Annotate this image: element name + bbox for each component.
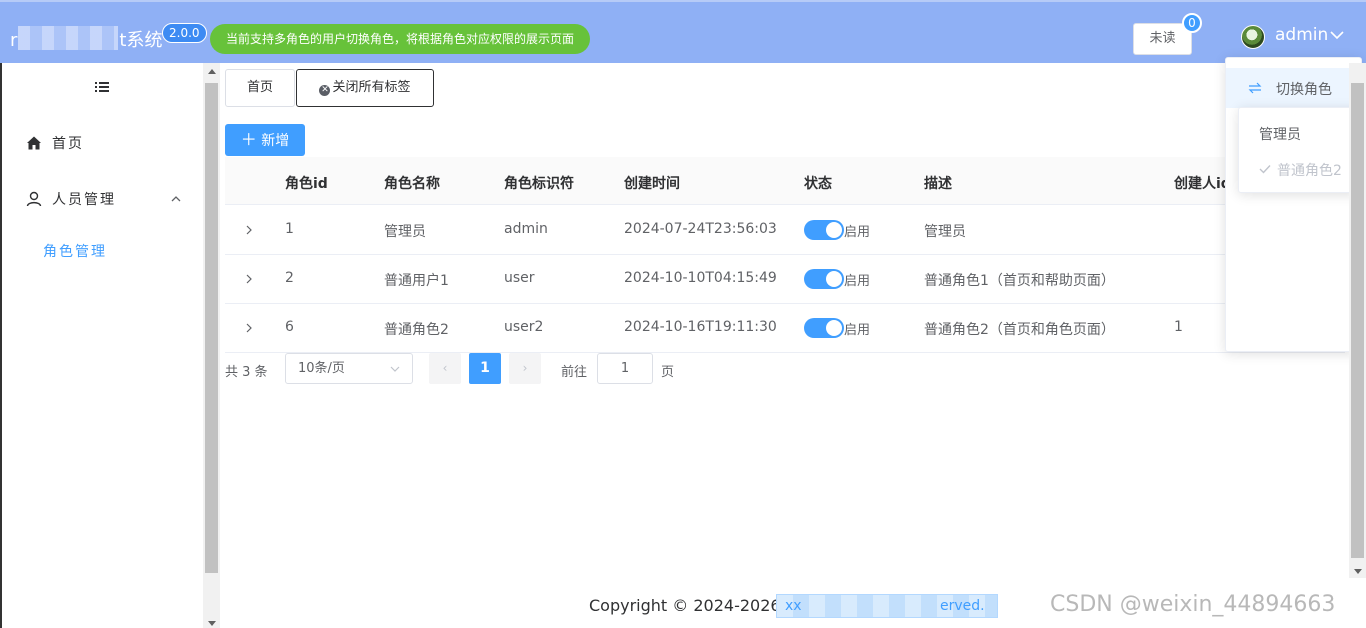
switch-icon: [1248, 82, 1262, 94]
scrollbar-thumb[interactable]: [1351, 83, 1364, 558]
menu-collapse-icon[interactable]: [95, 81, 109, 93]
cell-code: admin: [504, 221, 548, 237]
status-label: 启用: [844, 274, 871, 289]
home-icon: [27, 136, 41, 150]
scroll-up-icon[interactable]: [208, 69, 216, 74]
sidebar-scrollbar[interactable]: [203, 63, 220, 628]
switch-role-item[interactable]: 切换角色: [1226, 68, 1361, 108]
cell-code: user2: [504, 319, 544, 335]
status-label: 启用: [844, 323, 871, 338]
cell-created: 2024-10-16T19:11:30: [624, 319, 777, 335]
column-header: 角色标识符: [504, 176, 574, 192]
status-label: 启用: [844, 225, 871, 240]
user-name[interactable]: admin: [1275, 25, 1328, 45]
current-page-button[interactable]: 1: [469, 353, 501, 384]
page-label: 页: [661, 365, 675, 380]
cell-id: 1: [285, 221, 294, 237]
cell-desc: 普通角色1（首页和帮助页面）: [924, 273, 1115, 289]
column-header: 角色名称: [384, 176, 440, 192]
table-row: 2 普通用户1 user 2024-10-10T04:15:49 启用 普通角色…: [225, 255, 1345, 304]
sidebar-item-label: 人员管理: [52, 192, 116, 208]
expand-row-icon[interactable]: [245, 274, 253, 284]
top-header: r t系统 2.0.0 当前支持多角色的用户切换角色，将根据角色对应权限的展示页面…: [0, 0, 1366, 63]
user-icon: [26, 191, 42, 207]
table-row: 1 管理员 admin 2024-07-24T23:56:03 启用 管理员 详…: [225, 206, 1345, 255]
role-submenu: 管理员 普通角色2: [1238, 107, 1362, 193]
cell-desc: 管理员: [924, 224, 966, 240]
page-size-select[interactable]: 10条/页: [285, 353, 413, 384]
close-icon: ✕: [319, 85, 331, 96]
goto-page-input[interactable]: 1: [597, 353, 653, 384]
cell-name: 普通角色2: [384, 322, 449, 338]
role-tip-banner: 当前支持多角色的用户切换角色，将根据角色对应权限的展示页面: [210, 24, 590, 54]
add-button[interactable]: ＋ 新增: [225, 124, 305, 156]
pagination-total: 共 3 条: [225, 365, 268, 380]
sidebar-item-label: 首页: [52, 136, 84, 152]
tab-close-all[interactable]: ✕ 关闭所有标签: [296, 69, 434, 107]
sidebar-item-users[interactable]: 人员管理: [26, 189, 116, 209]
chevron-down-icon[interactable]: [1329, 27, 1345, 43]
prev-page-button[interactable]: ‹: [429, 353, 461, 384]
main-scrollbar[interactable]: [1349, 63, 1366, 578]
version-badge: 2.0.0: [162, 23, 207, 43]
cell-desc: 普通角色2（首页和角色页面）: [924, 322, 1115, 338]
status-switch[interactable]: [804, 318, 844, 338]
sidebar-item-home[interactable]: 首页: [26, 133, 84, 153]
status-switch[interactable]: [804, 269, 844, 289]
scroll-down-icon[interactable]: [1354, 569, 1362, 574]
cell-id: 2: [285, 270, 294, 286]
column-header: 状态: [804, 176, 832, 192]
sidebar: 首页 人员管理 角色管理: [0, 63, 220, 628]
cell-created: 2024-10-10T04:15:49: [624, 270, 777, 286]
plus-icon: ＋: [240, 130, 257, 149]
title-blur-mask: [18, 26, 118, 50]
table-header: 角色id 角色名称 角色标识符 创建时间 状态 描述 创建人id: [225, 157, 1345, 205]
avatar[interactable]: [1241, 25, 1265, 49]
cell-created: 2024-07-24T23:56:03: [624, 221, 777, 237]
cell-code: user: [504, 270, 535, 286]
user-dropdown: 切换角色: [1225, 57, 1362, 352]
expand-row-icon[interactable]: [245, 323, 253, 333]
status-switch[interactable]: [804, 220, 844, 240]
chevron-down-icon: [390, 366, 400, 372]
scroll-down-icon[interactable]: [208, 621, 216, 626]
column-header: 创建人id: [1174, 176, 1231, 192]
scrollbar-thumb[interactable]: [205, 83, 218, 573]
expand-row-icon[interactable]: [245, 225, 253, 235]
role-option-normal2[interactable]: 普通角色2: [1277, 160, 1342, 180]
copyright-link-tail: erved.: [940, 598, 985, 614]
sidebar-item-role-management[interactable]: 角色管理: [43, 241, 107, 261]
column-header: 描述: [924, 176, 952, 192]
unread-badge: 0: [1182, 13, 1202, 33]
cell-name: 普通用户1: [384, 273, 449, 289]
next-page-button[interactable]: ›: [509, 353, 541, 384]
copyright-text: Copyright © 2024-2026: [589, 596, 781, 615]
table-row: 6 普通角色2 user2 2024-10-16T19:11:30 启用 普通角…: [225, 304, 1345, 353]
goto-label: 前往: [561, 365, 588, 380]
cell-name: 管理员: [384, 224, 426, 240]
column-header: 角色id: [285, 176, 328, 192]
role-option-admin[interactable]: 管理员: [1259, 124, 1301, 144]
tab-home[interactable]: 首页: [225, 69, 295, 107]
chevron-up-icon[interactable]: [170, 193, 182, 205]
column-header: 创建时间: [624, 176, 680, 192]
cell-creator: 1: [1174, 319, 1183, 335]
check-icon: [1259, 165, 1271, 174]
watermark: CSDN @weixin_44894663: [1050, 592, 1336, 617]
cell-id: 6: [285, 319, 294, 335]
